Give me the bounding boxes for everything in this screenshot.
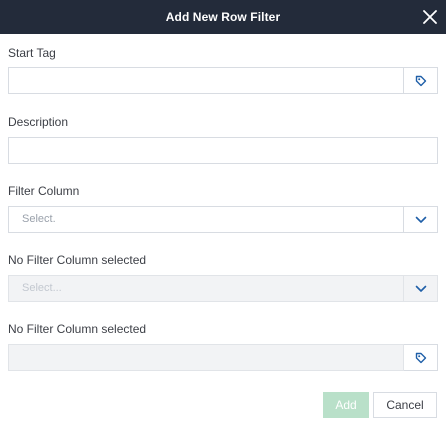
second-filter-column-select-text[interactable]: Select... <box>9 276 405 301</box>
third-filter-tag-button[interactable] <box>404 344 438 371</box>
chevron-down-icon <box>415 216 426 223</box>
second-filter-column-label: No Filter Column selected <box>8 253 147 267</box>
close-button[interactable] <box>420 7 440 27</box>
close-icon <box>423 10 437 24</box>
cancel-button[interactable]: Cancel <box>373 392 437 418</box>
filter-column-placeholder: Select. <box>22 213 56 225</box>
start-tag-picker-button[interactable] <box>404 67 438 94</box>
chevron-down-icon <box>415 285 426 292</box>
second-filter-column-dropdown-button[interactable] <box>403 276 437 301</box>
filter-column-select-text[interactable]: Select. <box>9 207 405 232</box>
third-filter-value-input[interactable] <box>8 344 404 371</box>
dialog-title: Add New Row Filter <box>165 10 281 24</box>
start-tag-input[interactable] <box>8 67 404 94</box>
second-filter-column-select[interactable]: Select... <box>8 275 438 302</box>
description-input[interactable] <box>8 137 438 164</box>
third-filter-column-label: No Filter Column selected <box>8 322 147 336</box>
add-button[interactable]: Add <box>323 392 369 418</box>
tag-icon <box>415 75 426 86</box>
dialog-header: Add New Row Filter <box>0 0 446 34</box>
filter-column-label: Filter Column <box>8 184 80 198</box>
filter-column-dropdown-button[interactable] <box>403 207 437 232</box>
start-tag-label: Start Tag <box>8 46 56 60</box>
filter-column-select[interactable]: Select. <box>8 206 438 233</box>
second-filter-column-placeholder: Select... <box>22 282 62 294</box>
description-label: Description <box>8 115 69 129</box>
add-row-filter-dialog: Add New Row Filter Start Tag Description… <box>0 0 446 436</box>
tag-icon <box>415 352 426 363</box>
